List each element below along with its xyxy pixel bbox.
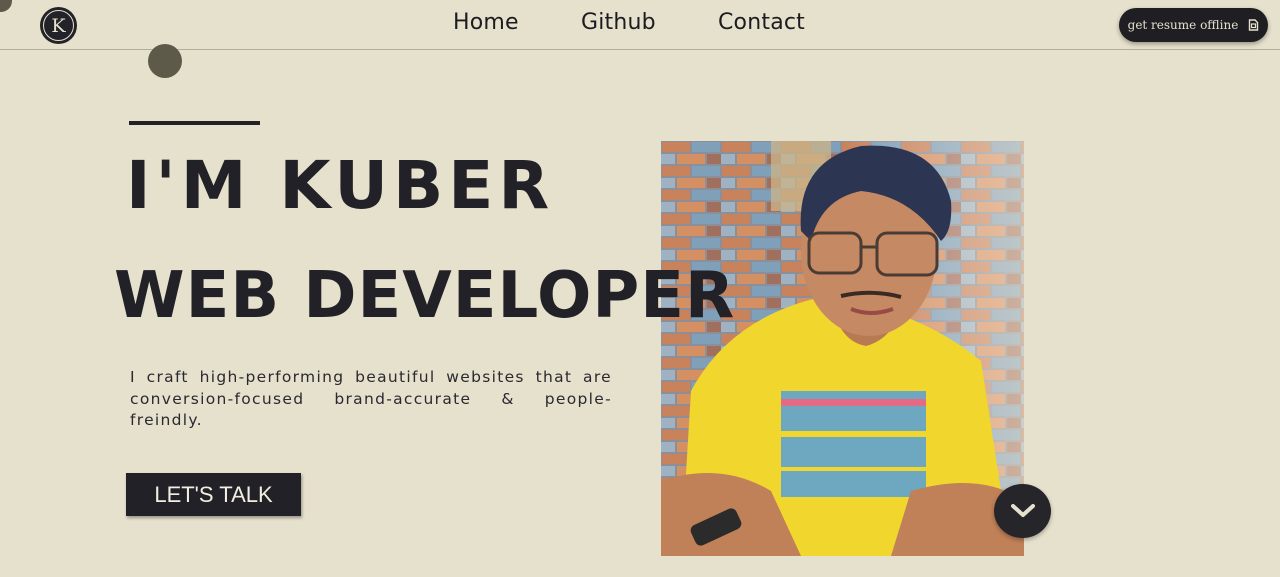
chevron-down-icon — [1010, 504, 1035, 517]
lets-talk-button[interactable]: LET'S TALK — [126, 473, 301, 516]
scroll-down-button[interactable] — [994, 484, 1051, 538]
hero-accent-rule — [129, 121, 260, 125]
decorative-dot — [148, 44, 182, 78]
hero-title-name: I'M KUBER — [126, 147, 555, 224]
hero-title-role: WEB DEVELOPER — [114, 259, 736, 333]
nav-link-github[interactable]: Github — [581, 10, 656, 35]
hero-tagline: I craft high-performing beautiful websit… — [130, 368, 612, 429]
nav-link-home[interactable]: Home — [453, 10, 519, 35]
get-resume-label: get resume offline — [1127, 18, 1239, 32]
main-nav: Home Github Contact — [0, 10, 1280, 40]
profile-photo — [661, 141, 1024, 556]
site-header: K Home Github Contact get resume offline — [0, 0, 1280, 50]
document-icon — [1249, 19, 1259, 31]
profile-photo-illustration — [661, 141, 1024, 556]
nav-link-contact[interactable]: Contact — [718, 10, 805, 35]
get-resume-button[interactable]: get resume offline — [1119, 8, 1268, 42]
